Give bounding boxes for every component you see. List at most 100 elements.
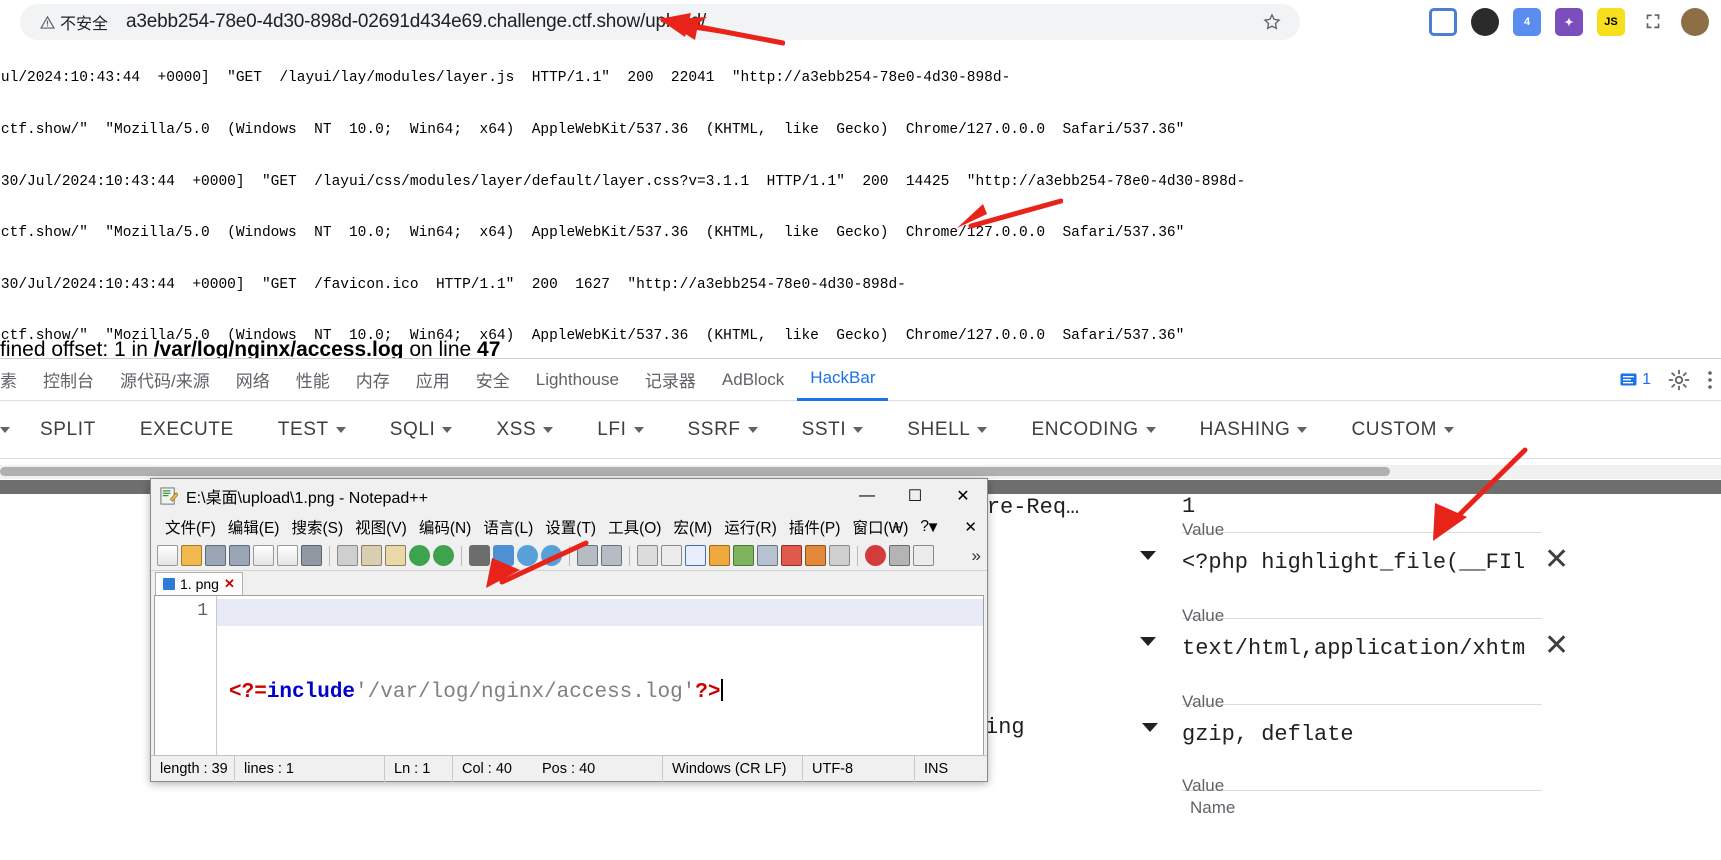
- hackbar-item-lfi[interactable]: LFI: [575, 419, 665, 441]
- hackbar-item-xss[interactable]: XSS: [474, 419, 575, 441]
- menu-tools[interactable]: 工具(O): [602, 516, 667, 538]
- scrollbar-thumb[interactable]: [0, 467, 1390, 476]
- redo-icon[interactable]: [433, 545, 454, 566]
- close-all-icon[interactable]: [277, 545, 298, 566]
- tab-recorder[interactable]: 记录器: [632, 359, 709, 401]
- toolbar-overflow-icon[interactable]: »: [972, 546, 981, 566]
- url-text[interactable]: a3ebb254-78e0-4d30-898d-02691d434e69.cha…: [126, 11, 706, 33]
- star-icon[interactable]: [1262, 12, 1282, 32]
- tab-network[interactable]: 网络: [223, 359, 283, 401]
- hackbar-item-test[interactable]: TEST: [256, 419, 368, 441]
- tab-application[interactable]: 应用: [403, 359, 463, 401]
- message-count-indicator[interactable]: 1: [1620, 371, 1651, 389]
- document-tab-1png[interactable]: 1. png ✕: [155, 572, 243, 595]
- tab-adblock[interactable]: AdBlock: [709, 359, 797, 401]
- hackbar-item-encoding[interactable]: ENCODING: [1009, 419, 1177, 441]
- maximize-button[interactable]: ☐: [891, 479, 939, 513]
- folder-workspace-icon[interactable]: [781, 545, 802, 566]
- indent-guide-icon[interactable]: [685, 545, 706, 566]
- show-all-chars-icon[interactable]: [661, 545, 682, 566]
- address-bar[interactable]: 不安全 a3ebb254-78e0-4d30-898d-02691d434e69…: [20, 4, 1300, 40]
- menu-file[interactable]: 文件(F): [159, 516, 222, 538]
- replace-icon[interactable]: [493, 545, 514, 566]
- open-file-icon[interactable]: [181, 545, 202, 566]
- find-icon[interactable]: [469, 545, 490, 566]
- hackbar-horizontal-scrollbar[interactable]: [0, 465, 1721, 479]
- function-list-icon[interactable]: [757, 545, 778, 566]
- badge-extension-icon[interactable]: 4: [1513, 8, 1541, 36]
- value-text[interactable]: text/html,application/xhtm: [1182, 636, 1525, 661]
- circle-extension-icon[interactable]: [1429, 8, 1457, 36]
- js-extension-icon[interactable]: JS: [1597, 8, 1625, 36]
- menu-run[interactable]: 运行(R): [718, 516, 783, 538]
- user-defined-lang-icon[interactable]: [709, 545, 730, 566]
- close-tab-button[interactable]: ✕: [958, 518, 983, 536]
- gear-icon[interactable]: [1667, 368, 1691, 392]
- macro-run-icon[interactable]: [913, 545, 934, 566]
- paste-icon[interactable]: [385, 545, 406, 566]
- value-text[interactable]: <?php highlight_file(__FIl: [1182, 550, 1525, 575]
- close-x-icon[interactable]: ✕: [1544, 545, 1569, 575]
- tab-list-button[interactable]: ▼: [920, 519, 947, 536]
- cut-icon[interactable]: [337, 545, 358, 566]
- menu-encoding[interactable]: 编码(N): [413, 516, 478, 538]
- document-map-icon[interactable]: [733, 545, 754, 566]
- macro-record-icon[interactable]: [829, 545, 850, 566]
- menu-settings[interactable]: 设置(T): [539, 516, 602, 538]
- menu-search[interactable]: 搜索(S): [285, 516, 349, 538]
- menu-macro[interactable]: 宏(M): [667, 516, 718, 538]
- code-area[interactable]: <?=include'/var/log/nginx/access.log'?>: [217, 596, 983, 772]
- save-icon[interactable]: [205, 545, 226, 566]
- tab-elements[interactable]: 素: [0, 359, 30, 401]
- hackbar-row-1-chevron[interactable]: [1135, 542, 1161, 568]
- tab-lighthouse[interactable]: Lighthouse: [523, 359, 632, 401]
- chevron-down-icon[interactable]: [1135, 542, 1161, 568]
- menu-language[interactable]: 语言(L): [477, 516, 539, 538]
- macro-playback-icon[interactable]: [889, 545, 910, 566]
- zoom-out-icon[interactable]: [541, 545, 562, 566]
- dark-extension-icon[interactable]: [1471, 8, 1499, 36]
- security-indicator[interactable]: 不安全: [32, 7, 116, 37]
- hackbar-item-ssrf[interactable]: SSRF: [666, 419, 780, 441]
- chevron-down-icon[interactable]: [1137, 714, 1163, 740]
- close-x-icon[interactable]: ✕: [1544, 631, 1569, 661]
- hackbar-item-execute[interactable]: EXECUTE: [118, 419, 256, 441]
- menu-view[interactable]: 视图(V): [349, 516, 413, 538]
- hackbar-item-split[interactable]: SPLIT: [18, 419, 118, 441]
- minimize-button[interactable]: —: [843, 479, 891, 513]
- hackbar-item-custom[interactable]: CUSTOM: [1329, 419, 1476, 441]
- kebab-menu-icon[interactable]: [1707, 368, 1713, 392]
- modified-x-icon[interactable]: ✕: [224, 576, 235, 592]
- profile-avatar-icon[interactable]: [1681, 8, 1709, 36]
- close-file-icon[interactable]: [253, 545, 274, 566]
- tab-memory[interactable]: 内存: [343, 359, 403, 401]
- menu-edit[interactable]: 编辑(E): [222, 516, 286, 538]
- close-button[interactable]: ✕: [939, 479, 987, 513]
- value-text[interactable]: gzip, deflate: [1182, 722, 1354, 747]
- save-all-icon[interactable]: [229, 545, 250, 566]
- tab-console[interactable]: 控制台: [30, 359, 107, 401]
- menu-plugins[interactable]: 插件(P): [783, 516, 847, 538]
- print-icon[interactable]: [301, 545, 322, 566]
- new-file-icon[interactable]: [157, 545, 178, 566]
- hackbar-item-load[interactable]: [0, 426, 18, 433]
- tab-security[interactable]: 安全: [463, 359, 523, 401]
- tab-hackbar[interactable]: HackBar: [797, 359, 889, 401]
- sync-vertical-icon[interactable]: [577, 545, 598, 566]
- extensions-puzzle-icon[interactable]: ⛶: [1639, 8, 1667, 36]
- monitoring-icon[interactable]: [805, 545, 826, 566]
- undo-icon[interactable]: [409, 545, 430, 566]
- puzzle-extension-icon[interactable]: ✦: [1555, 8, 1583, 36]
- zoom-in-icon[interactable]: [517, 545, 538, 566]
- hackbar-row-2-chevron[interactable]: [1135, 628, 1161, 654]
- hackbar-item-sqli[interactable]: SQLI: [368, 419, 475, 441]
- copy-icon[interactable]: [361, 545, 382, 566]
- notepad-plus-plus-window[interactable]: E:\桌面\upload\1.png - Notepad++ — ☐ ✕ 文件(…: [150, 478, 988, 782]
- notepad-editor[interactable]: 1 <?=include'/var/log/nginx/access.log'?…: [154, 595, 984, 773]
- macro-stop-icon[interactable]: [865, 545, 886, 566]
- hackbar-item-hashing[interactable]: HASHING: [1178, 419, 1330, 441]
- chevron-down-icon[interactable]: [1135, 628, 1161, 654]
- new-tab-button[interactable]: +: [887, 519, 908, 536]
- word-wrap-icon[interactable]: [637, 545, 658, 566]
- tab-sources[interactable]: 源代码/来源: [107, 359, 223, 401]
